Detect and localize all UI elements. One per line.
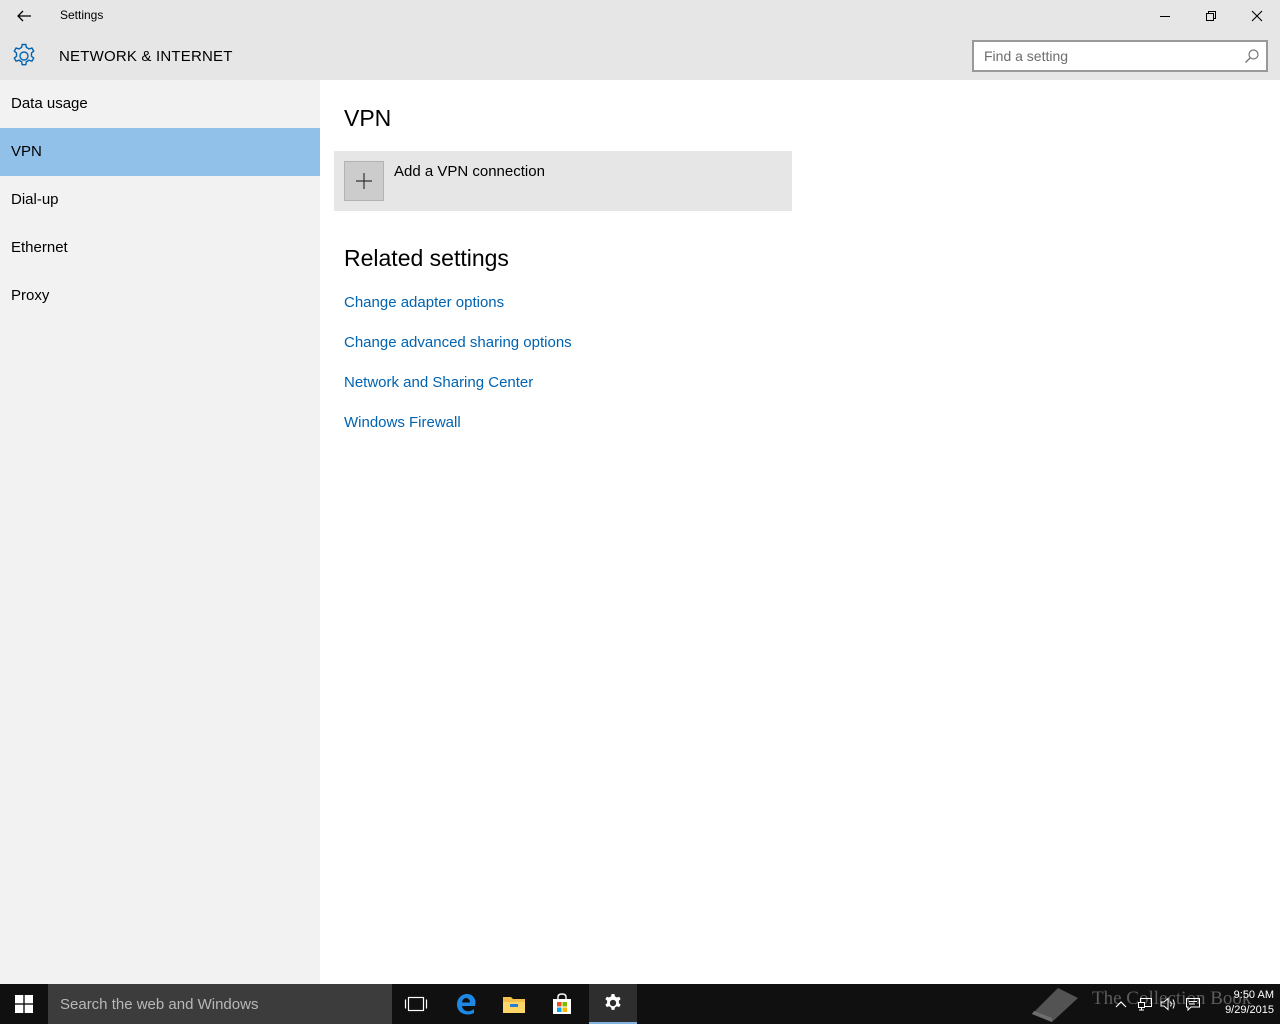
- close-icon: [1251, 10, 1263, 22]
- file-explorer-button[interactable]: [490, 984, 538, 1024]
- restore-icon: [1206, 11, 1216, 21]
- task-view-button[interactable]: [392, 984, 440, 1024]
- clock-date: 9/29/2015: [1225, 1004, 1274, 1016]
- add-vpn-connection-button[interactable]: Add a VPN connection: [334, 151, 792, 211]
- clock-time: 9:50 AM: [1233, 989, 1274, 1001]
- window-title: Settings: [60, 8, 104, 22]
- taskbar-clock[interactable]: 9:50 AM 9/29/2015: [1206, 988, 1274, 1018]
- sidebar-nav: Data usage VPN Dial-up Ethernet Proxy: [0, 80, 320, 984]
- taskbar-search-box[interactable]: Search the web and Windows: [48, 984, 392, 1024]
- taskbar: Search the web and Windows The Collectio…: [0, 984, 1280, 1024]
- page-title: VPN: [344, 105, 392, 131]
- book-icon: [1032, 988, 1078, 1022]
- section-title: NETWORK & INTERNET: [59, 48, 233, 65]
- windows-firewall-link[interactable]: Windows Firewall: [344, 414, 461, 431]
- network-sharing-center-link[interactable]: Network and Sharing Center: [344, 374, 533, 391]
- volume-tray-button[interactable]: [1158, 984, 1180, 1024]
- volume-icon: [1160, 997, 1175, 1011]
- back-arrow-icon: [17, 10, 31, 22]
- change-advanced-sharing-link[interactable]: Change advanced sharing options: [344, 334, 572, 351]
- related-settings-heading: Related settings: [344, 245, 509, 271]
- add-vpn-label: Add a VPN connection: [394, 163, 545, 180]
- settings-icon: [605, 993, 621, 1010]
- sidebar-item-ethernet[interactable]: Ethernet: [0, 224, 320, 272]
- file-explorer-icon: [503, 997, 525, 1013]
- network-icon: [1138, 998, 1152, 1011]
- chevron-up-icon: [1115, 1001, 1127, 1008]
- title-bar: Settings: [0, 0, 1280, 32]
- show-hidden-icons-button[interactable]: [1110, 984, 1132, 1024]
- search-icon[interactable]: [1244, 48, 1260, 64]
- search-input[interactable]: [974, 42, 1234, 70]
- start-button[interactable]: [0, 984, 48, 1024]
- sidebar-item-vpn[interactable]: VPN: [0, 128, 320, 176]
- gear-icon: [13, 43, 35, 66]
- action-center-icon: [1186, 998, 1200, 1011]
- task-view-icon: [404, 996, 428, 1012]
- settings-taskbar-button[interactable]: [589, 984, 637, 1024]
- settings-header: NETWORK & INTERNET: [0, 32, 1280, 80]
- sidebar-item-proxy[interactable]: Proxy: [0, 272, 320, 320]
- minimize-icon: [1160, 16, 1170, 17]
- taskbar-search-placeholder: Search the web and Windows: [60, 996, 259, 1013]
- store-icon: [553, 993, 571, 1014]
- sidebar-item-dial-up[interactable]: Dial-up: [0, 176, 320, 224]
- search-box[interactable]: [972, 40, 1268, 72]
- restore-button[interactable]: [1188, 0, 1234, 32]
- plus-tile: [344, 161, 384, 201]
- back-button[interactable]: [0, 0, 48, 32]
- minimize-button[interactable]: [1142, 0, 1188, 32]
- main-content: VPN Add a VPN connection Related setting…: [320, 80, 1280, 984]
- change-adapter-options-link[interactable]: Change adapter options: [344, 294, 504, 311]
- close-button[interactable]: [1234, 0, 1280, 32]
- network-tray-button[interactable]: [1134, 984, 1156, 1024]
- plus-icon: [356, 173, 372, 189]
- windows-logo-icon: [15, 995, 33, 1013]
- sidebar-item-data-usage[interactable]: Data usage: [0, 80, 320, 128]
- store-button[interactable]: [538, 984, 586, 1024]
- edge-button[interactable]: [442, 984, 490, 1024]
- edge-icon: [457, 994, 476, 1015]
- action-center-button[interactable]: [1182, 984, 1204, 1024]
